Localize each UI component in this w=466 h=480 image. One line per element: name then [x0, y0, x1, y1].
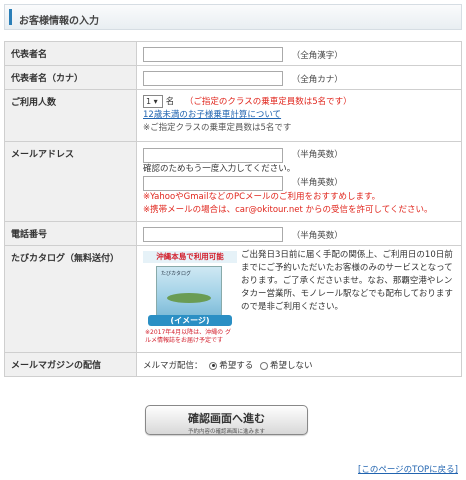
customer-info-form: 代表者名 （全角漢字） 代表者名（カナ） （全角カナ） ご利用人数 1 ▾ 名 … [4, 41, 462, 377]
email-confirm-text: 確認のためもう一度入力してください。 [143, 164, 296, 174]
catalog-image: 沖縄本島で利用可能 たびカタログ (イメージ) ※2017年4月以降は、沖縄の … [143, 251, 237, 345]
catalog-image-header: 沖縄本島で利用可能 [143, 251, 237, 263]
catalog-cover-title: たびカタログ [161, 271, 192, 277]
people-select-value: 1 [146, 97, 152, 106]
row-phone: 電話番号 （半角英数） [4, 221, 462, 246]
email-confirm-input[interactable] [143, 176, 283, 191]
section-title: お客様情報の入力 [19, 16, 99, 27]
people-unit: 名 [165, 97, 175, 107]
row-magazine: メールマガジンの配信 メルマガ配信： 希望する 希望しない [4, 352, 462, 377]
value-magazine: メルマガ配信： 希望する 希望しない [136, 352, 462, 377]
capacity-note: ※ご指定クラスの乗車定員数は5名です [143, 123, 292, 133]
magazine-no-label[interactable]: 希望しない [270, 361, 313, 371]
value-name: （全角漢字） [136, 41, 462, 66]
confirm-button-sub: 予約内容の確認画面に進みます [187, 429, 265, 435]
email-warning-2: ※携帯メールの場合は、car@okitour.net からの受信を許可してくださ… [143, 205, 433, 215]
email-warning-1: ※YahooやGmailなどのPCメールのご利用をおすすめします。 [143, 192, 381, 202]
catalog-cover: たびカタログ [156, 266, 222, 318]
magazine-yes-label[interactable]: 希望する [219, 361, 253, 371]
label-magazine: メールマガジンの配信 [4, 352, 137, 377]
value-catalog: 沖縄本島で利用可能 たびカタログ (イメージ) ※2017年4月以降は、沖縄の … [136, 245, 462, 353]
catalog-image-note: ※2017年4月以降は、沖縄の グルメ情報誌をお届け予定です [145, 329, 232, 344]
section-header: お客様情報の入力 [4, 4, 462, 30]
label-kana: 代表者名（カナ） [4, 65, 137, 90]
kana-input[interactable] [143, 71, 283, 86]
magazine-radio-no[interactable] [259, 361, 268, 370]
people-select[interactable]: 1 ▾ [143, 95, 163, 108]
name-note: （全角漢字） [291, 50, 343, 61]
row-name: 代表者名 （全角漢字） [4, 41, 462, 66]
email-note: （半角英数） [291, 150, 343, 160]
row-email: メールアドレス （半角英数） 確認のためもう一度入力してください。 （半角英数）… [4, 141, 462, 222]
email-input[interactable] [143, 148, 283, 163]
label-name: 代表者名 [4, 41, 137, 66]
confirm-button-label: 確認画面へ進む [188, 412, 265, 425]
value-email: （半角英数） 確認のためもう一度入力してください。 （半角英数） ※Yahooや… [136, 141, 462, 222]
people-warning: （ご指定のクラスの乗車定員数は5名です） [184, 97, 352, 107]
phone-input[interactable] [143, 227, 283, 242]
catalog-image-banner: (イメージ) [148, 315, 232, 326]
value-people: 1 ▾ 名 （ご指定のクラスの乗車定員数は5名です） 12歳未満のお子様乗車計算… [136, 89, 462, 142]
phone-note: （半角英数） [291, 230, 343, 241]
label-phone: 電話番号 [4, 221, 137, 246]
label-email: メールアドレス [4, 141, 137, 222]
email-confirm-note: （半角英数） [291, 178, 343, 188]
label-catalog: たびカタログ（無料送付） [4, 245, 137, 353]
label-people: ご利用人数 [4, 89, 137, 142]
catalog-description: ご出発日3日前に届く手配の関係上、ご利用日の10日前までにご予約いただいたお客様… [241, 250, 453, 312]
row-people: ご利用人数 1 ▾ 名 （ご指定のクラスの乗車定員数は5名です） 12歳未満のお… [4, 89, 462, 142]
row-kana: 代表者名（カナ） （全角カナ） [4, 65, 462, 90]
row-catalog: たびカタログ（無料送付） 沖縄本島で利用可能 たびカタログ (イメージ) ※20… [4, 245, 462, 353]
value-kana: （全角カナ） [136, 65, 462, 90]
header-accent-bar [9, 9, 12, 25]
value-phone: （半角英数） [136, 221, 462, 246]
confirm-button[interactable]: 確認画面へ進む 予約内容の確認画面に進みます [145, 405, 308, 435]
island-illustration [167, 293, 211, 303]
magazine-prefix: メルマガ配信： [143, 361, 203, 371]
page-top-link[interactable]: [このページのTOPに戻る] [358, 463, 458, 475]
magazine-radio-yes[interactable] [209, 361, 218, 370]
page-top-link-text[interactable]: [このページのTOPに戻る] [358, 465, 458, 475]
kana-note: （全角カナ） [291, 74, 343, 85]
name-input[interactable] [143, 47, 283, 62]
child-calc-link[interactable]: 12歳未満のお子様乗車計算について [143, 110, 281, 120]
